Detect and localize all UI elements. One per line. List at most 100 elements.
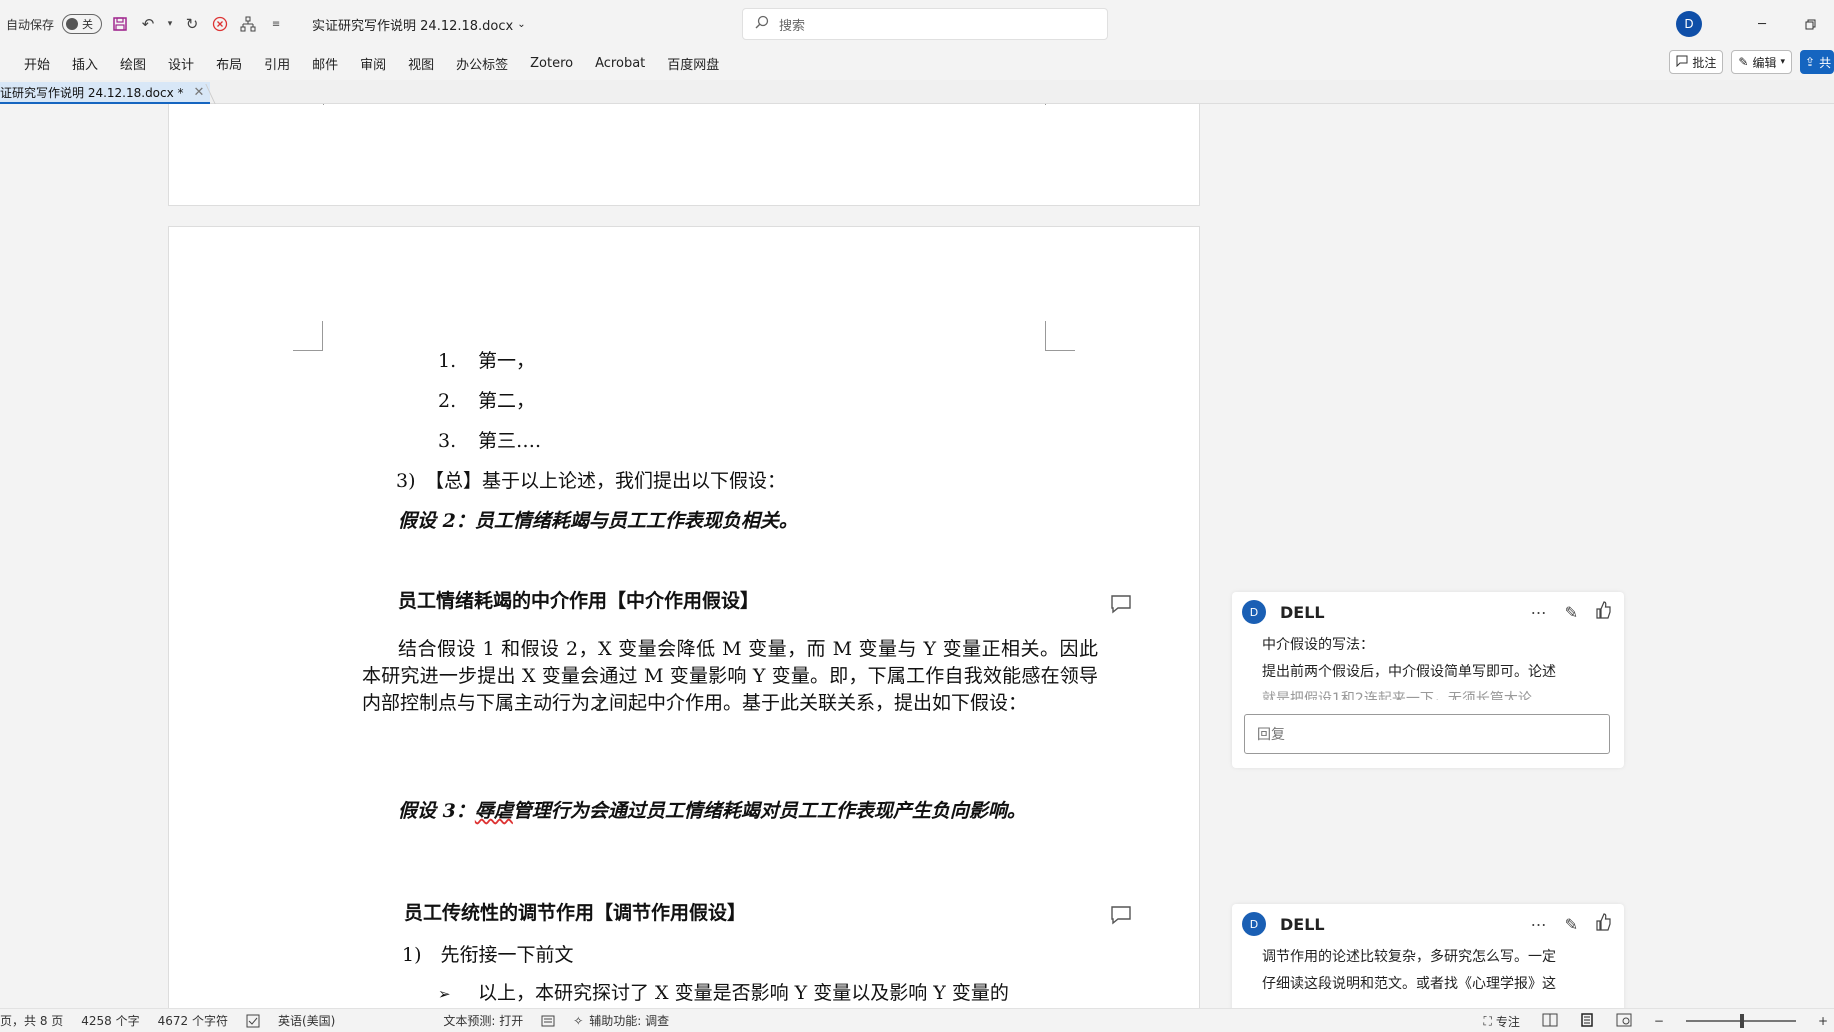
stop-icon[interactable] (210, 14, 230, 34)
more-options-icon[interactable]: ⋯ (1531, 603, 1547, 622)
more-options-icon[interactable]: ⋯ (1531, 915, 1547, 934)
hierarchy-icon[interactable] (238, 14, 258, 34)
zoom-slider[interactable] (1685, 1014, 1796, 1028)
tab-zotero[interactable]: Zotero (519, 56, 584, 71)
user-avatar[interactable]: D (1676, 11, 1702, 37)
focus-mode-button[interactable]: ⛶ 专注 (1483, 1013, 1519, 1030)
status-bar: 页，共 8 页 4258 个字 4672 个字符 英语(美国) 文本预测: 打开… (0, 1008, 1834, 1032)
document-canvas[interactable]: 1. 第一， 2. 第二， 3. 第三…. 3) 【总】基于以上论述，我们提出以下假设… (0, 104, 1834, 1008)
margin-mark (323, 104, 324, 105)
word-count[interactable]: 4258 个字 (81, 1012, 139, 1029)
save-icon[interactable] (110, 14, 130, 34)
tab-office-tabs[interactable]: 办公标签 (445, 54, 519, 73)
moderation-bullet: ➢ 以上，本研究探讨了 X 变量是否影响 Y 变量以及影响 Y 变量的 (438, 980, 1009, 1008)
autosave-state: 关 (82, 18, 94, 31)
tab-references[interactable]: 引用 (253, 54, 301, 73)
document-title[interactable]: 实证研究写作说明 24.12.18.docx ⌄ (312, 15, 526, 34)
comment-line: 提出前两个假设后，中介假设简单写即可。论述 (1262, 664, 1556, 680)
autosave-label: 自动保存 (6, 17, 55, 32)
comment-header: D DELL ⋯ ✎ (1232, 904, 1624, 944)
restore-icon[interactable] (1786, 0, 1834, 48)
comment-card[interactable]: D DELL ⋯ ✎ 中介假设的写法： 提出前两个假设后，中介假设简单写即可。论… (1232, 592, 1624, 768)
tab-view[interactable]: 视图 (397, 54, 445, 73)
web-layout-icon[interactable] (1616, 1013, 1632, 1030)
comment-marker-icon[interactable] (1110, 905, 1132, 925)
list-text: 第二， (478, 390, 536, 412)
window-controls: D ─ (1676, 0, 1834, 48)
text-cursor-icon: I (595, 696, 605, 715)
document-tab[interactable]: 证研究写作说明 24.12.18.docx * ✕ (0, 82, 210, 104)
like-icon[interactable] (1596, 913, 1612, 935)
arrow-bullet-icon: ➢ (438, 985, 451, 1003)
comment-header: D DELL ⋯ ✎ (1232, 592, 1624, 632)
edit-icon[interactable]: ✎ (1565, 603, 1578, 622)
list-number: 2. (438, 390, 457, 412)
zoom-slider-thumb[interactable] (1739, 1014, 1744, 1028)
accessibility-status[interactable]: ✧ 辅助功能: 调查 (573, 1012, 669, 1029)
print-layout-icon[interactable] (1580, 1012, 1594, 1030)
comments-button-label: 批注 (1692, 55, 1717, 70)
document-title-text: 实证研究写作说明 24.12.18.docx (312, 18, 514, 34)
redo-icon[interactable]: ↻ (182, 14, 202, 34)
avatar: D (1242, 600, 1266, 624)
chevron-down-icon: ▾ (1780, 57, 1785, 67)
comment-body: 调节作用的论述比较复杂，多研究怎么写。一定 仔细读这段说明和范文。或者找《心理学… (1232, 944, 1624, 998)
search-input[interactable]: 搜索 (742, 8, 1108, 40)
ribbon-actions: 批注 ✎ 编辑 ▾ ⇪ 共 (1669, 50, 1834, 74)
margin-mark (1045, 104, 1046, 105)
reply-input[interactable]: 回复 (1244, 714, 1610, 754)
zoom-out-button[interactable]: − (1654, 1014, 1664, 1028)
customize-toolbar-icon[interactable]: ≡ (266, 14, 286, 34)
margin-corner-mark (293, 321, 323, 351)
chevron-down-icon: ⌄ (517, 18, 526, 30)
hypothesis-3-prefix: 假设 3： (398, 800, 475, 822)
comment-marker-icon[interactable] (1110, 594, 1132, 614)
character-count[interactable]: 4672 个字符 (158, 1012, 228, 1029)
zoom-in-button[interactable]: + (1818, 1014, 1828, 1028)
tab-baidu-netdisk[interactable]: 百度网盘 (656, 54, 730, 73)
tab-review[interactable]: 审阅 (349, 54, 397, 73)
moderation-item-1: 1) 先衔接一下前文 (402, 944, 574, 966)
heading-mediation: 员工情绪耗竭的中介作用【中介作用假设】 (398, 590, 760, 612)
title-bar: 自动保存 关 ↶ ▾ ↻ ≡ 实证研究写作说明 24.12.18.docx ⌄ … (0, 0, 1834, 48)
heading-moderation: 员工传统性的调节作用【调节作用假设】 (404, 902, 747, 924)
edit-icon[interactable]: ✎ (1565, 915, 1578, 934)
close-icon[interactable]: ✕ (194, 85, 205, 100)
autosave-toggle[interactable]: 关 (62, 14, 103, 34)
proofing-icon[interactable] (246, 1014, 260, 1028)
minimize-icon[interactable]: ─ (1738, 0, 1786, 48)
document-tab-label: 证研究写作说明 24.12.18.docx * (0, 85, 184, 100)
read-mode-icon[interactable] (1542, 1013, 1558, 1030)
undo-dropdown-icon[interactable]: ▾ (166, 14, 174, 34)
language-indicator[interactable]: 英语(美国) (278, 1012, 335, 1029)
like-icon[interactable] (1596, 601, 1612, 623)
tab-design[interactable]: 设计 (157, 54, 205, 73)
tab-insert[interactable]: 插入 (61, 54, 109, 73)
accessibility-label: 辅助功能: 调查 (589, 1014, 670, 1028)
share-button[interactable]: ⇪ 共 (1800, 50, 1834, 74)
list-text: 第三…. (478, 430, 542, 452)
tab-mailings[interactable]: 邮件 (301, 54, 349, 73)
keyboard-icon[interactable] (541, 1014, 555, 1028)
view-controls: ⛶ 专注 − + (1483, 1009, 1834, 1032)
new-tab-placeholder[interactable] (205, 84, 249, 104)
tab-acrobat[interactable]: Acrobat (584, 56, 656, 71)
list-item: 1. 第一， (438, 348, 535, 375)
comment-card[interactable]: D DELL ⋯ ✎ 调节作用的论述比较复杂，多研究怎么写。一定 仔细读这段说明… (1232, 904, 1624, 1008)
text-prediction-status[interactable]: 文本预测: 打开 (443, 1012, 523, 1029)
summary-item: 3) 【总】基于以上论述，我们提出以下假设： (396, 470, 787, 492)
editing-mode-label: 编辑 (1752, 55, 1777, 70)
tab-layout[interactable]: 布局 (205, 54, 253, 73)
page-count[interactable]: 页，共 8 页 (0, 1012, 63, 1029)
tab-home[interactable]: 开始 (0, 54, 61, 73)
hypothesis-2: 假设 2：员工情绪耗竭与员工工作表现负相关。 (398, 510, 798, 532)
comments-button[interactable]: 批注 (1669, 50, 1724, 74)
hypothesis-3-text: 管理行为会通过员工情绪耗竭对员工工作表现产生负向影响。 (512, 800, 1026, 822)
tab-draw[interactable]: 绘图 (109, 54, 157, 73)
undo-icon[interactable]: ↶ (138, 14, 158, 34)
spelling-flagged-word[interactable]: 辱虐 (475, 800, 513, 822)
page-current[interactable] (168, 226, 1200, 1008)
ribbon-tabs: 开始 插入 绘图 设计 布局 引用 邮件 审阅 视图 办公标签 Zotero A… (0, 48, 1834, 78)
focus-label: 专注 (1495, 1014, 1520, 1029)
editing-mode-button[interactable]: ✎ 编辑 ▾ (1731, 50, 1792, 74)
